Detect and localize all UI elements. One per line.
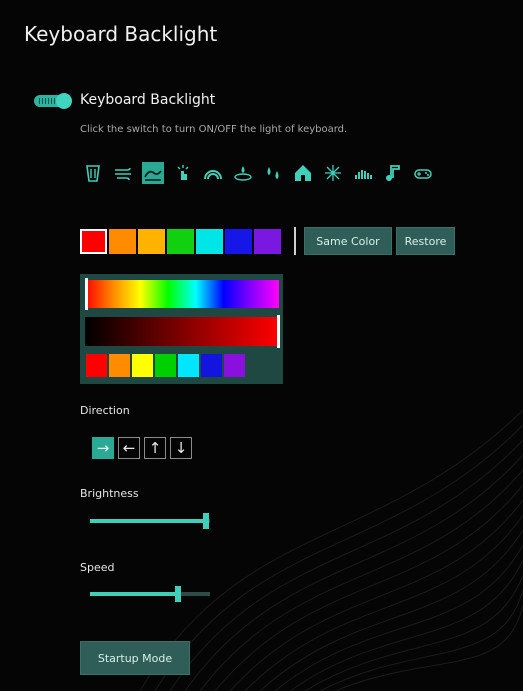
direction-buttons: → ← ↑ ↓ <box>92 437 192 459</box>
effect-static-button[interactable] <box>82 162 104 184</box>
toggle-grip <box>39 98 57 104</box>
color-slot[interactable] <box>225 229 252 254</box>
wave-icon <box>144 170 162 181</box>
effect-audio-button[interactable] <box>352 162 374 184</box>
preset-color-swatch[interactable] <box>132 354 153 377</box>
hue-slider-thumb[interactable] <box>85 278 88 310</box>
speed-thumb[interactable] <box>174 586 181 602</box>
direction-arrow-right-button[interactable]: → <box>92 437 114 459</box>
speed-fill <box>90 592 178 596</box>
color-slot[interactable] <box>109 229 136 254</box>
effect-raindrop-button[interactable] <box>262 162 284 184</box>
backlight-toggle-label: Keyboard Backlight <box>80 92 216 108</box>
arrow-right-icon: → <box>96 439 110 457</box>
direction-arrow-left-button[interactable]: ← <box>118 437 140 459</box>
color-slot[interactable] <box>196 229 223 254</box>
backlight-toggle-switch[interactable] <box>34 93 72 109</box>
preset-color-swatch[interactable] <box>109 354 130 377</box>
brightness-thumb[interactable] <box>203 513 210 529</box>
effect-tent-button[interactable] <box>292 162 314 184</box>
static-beam-icon <box>86 165 100 182</box>
color-slot-row <box>80 229 281 254</box>
swatch-divider <box>294 227 296 255</box>
effect-rainbow-button[interactable] <box>202 162 224 184</box>
effect-breathing-button[interactable] <box>112 162 134 184</box>
page-title: Keyboard Backlight <box>24 22 218 46</box>
gamepad-icon <box>414 169 432 179</box>
shade-slider[interactable] <box>85 317 279 346</box>
effect-reactive-button[interactable] <box>172 162 194 184</box>
direction-arrow-up-button[interactable]: ↑ <box>144 437 166 459</box>
preset-color-swatch[interactable] <box>86 354 107 377</box>
restore-button[interactable]: Restore <box>396 227 455 255</box>
effect-mode-bar <box>82 162 434 184</box>
speed-slider[interactable] <box>90 586 210 602</box>
raindrops-icon <box>267 167 279 179</box>
direction-label: Direction <box>80 404 130 417</box>
preset-color-swatch[interactable] <box>155 354 176 377</box>
circus-tent-icon <box>295 165 311 181</box>
effect-game-button[interactable] <box>412 162 434 184</box>
color-picker-panel <box>80 274 283 384</box>
arrow-up-icon: ↑ <box>148 439 162 457</box>
starburst-icon <box>325 165 341 181</box>
brightness-slider[interactable] <box>90 513 210 529</box>
toggle-knob <box>56 93 72 109</box>
rainbow-arc-icon <box>204 170 222 180</box>
ripple-drop-icon <box>234 166 252 181</box>
effect-ripple-button[interactable] <box>232 162 254 184</box>
speed-label: Speed <box>80 561 115 574</box>
preset-color-swatch[interactable] <box>224 354 245 377</box>
effect-starlight-button[interactable] <box>322 162 344 184</box>
music-note-icon <box>386 165 400 181</box>
color-slot[interactable] <box>138 229 165 254</box>
shade-slider-thumb[interactable] <box>277 315 280 348</box>
backlight-hint: Click the switch to turn ON/OFF the ligh… <box>80 124 348 135</box>
preset-color-row <box>86 354 245 377</box>
wind-gust-icon <box>115 167 131 181</box>
arrow-left-icon: ← <box>122 439 136 457</box>
touch-sparkle-icon <box>177 165 189 180</box>
arrow-down-icon: ↓ <box>174 439 188 457</box>
hue-slider[interactable] <box>85 280 279 308</box>
brightness-fill <box>90 519 207 523</box>
startup-mode-button[interactable]: Startup Mode <box>80 641 190 675</box>
brightness-label: Brightness <box>80 487 139 500</box>
sound-wave-icon <box>355 170 372 179</box>
direction-arrow-down-button[interactable]: ↓ <box>170 437 192 459</box>
preset-color-swatch[interactable] <box>178 354 199 377</box>
same-color-button[interactable]: Same Color <box>304 227 392 255</box>
preset-color-swatch[interactable] <box>201 354 222 377</box>
effect-music-button[interactable] <box>382 162 404 184</box>
color-slot[interactable] <box>254 229 281 254</box>
color-slot[interactable] <box>80 229 107 254</box>
effect-wave-button[interactable] <box>142 162 164 184</box>
color-slot[interactable] <box>167 229 194 254</box>
